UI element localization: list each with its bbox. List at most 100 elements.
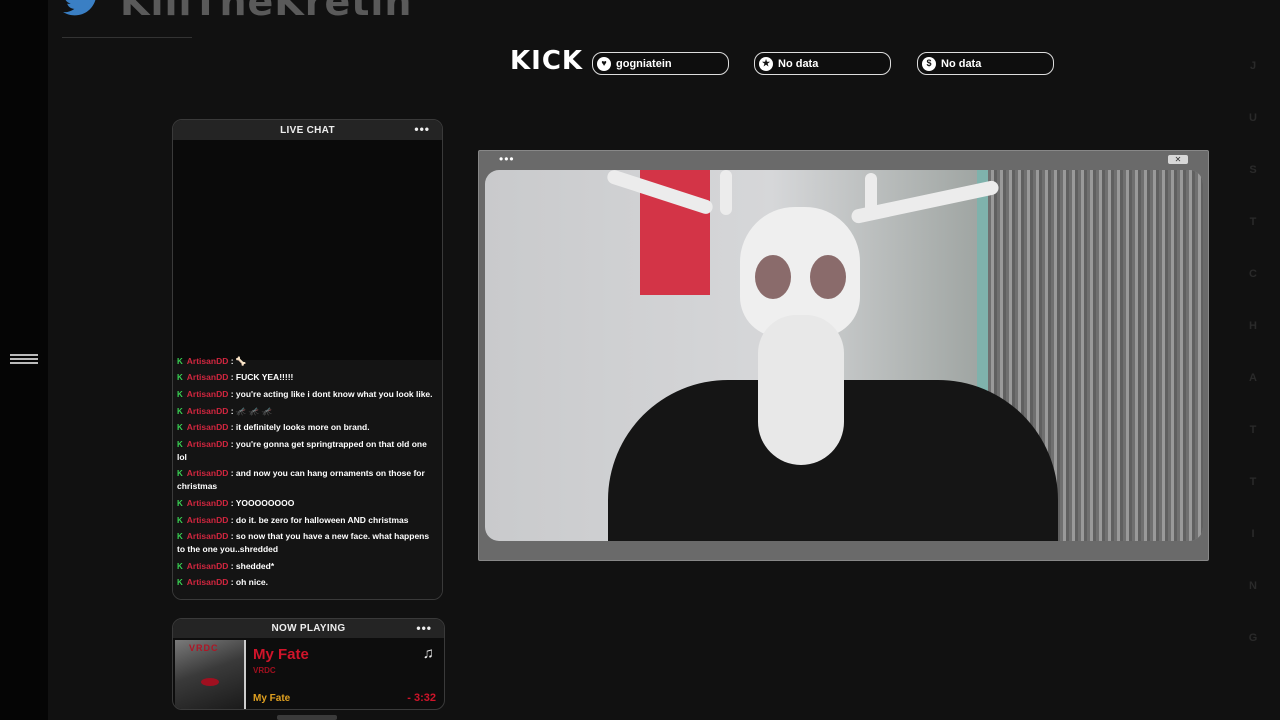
brand-header: KillTheKretin (62, 0, 413, 24)
chat-username[interactable]: ArtisanDD (187, 356, 229, 366)
kick-badge-icon: K (177, 561, 183, 571)
chat-text: 🦟 🦟 🦟 (235, 405, 273, 416)
kick-badge-icon: K (177, 439, 183, 449)
live-chat-panel: LIVE CHAT ••• K ArtisanDD : 🦴 K ArtisanDD :… (172, 119, 443, 600)
subscriber-stat: ★ No data (754, 52, 891, 75)
chat-text: YOOOOOOOO (235, 498, 295, 509)
skull-mask (605, 170, 1000, 475)
menu-icon[interactable] (10, 354, 38, 364)
chat-username[interactable]: ArtisanDD (187, 468, 229, 478)
mask-eye-left (755, 255, 791, 299)
side-letter: S (1249, 164, 1257, 176)
chat-text: FUCK YEA!!!!! (235, 372, 294, 383)
chat-separator: : (228, 468, 236, 479)
kick-badge-icon: K (177, 423, 183, 433)
chat-message: K ArtisanDD : shedded* (177, 560, 438, 573)
twitter-bird-icon (63, 0, 96, 16)
webcam-titlebar: ••• ✕ (479, 151, 1208, 169)
live-chat-header: LIVE CHAT ••• (173, 120, 442, 140)
antler-tine-right (865, 173, 877, 213)
side-letter: I (1251, 528, 1255, 540)
album-art: VRDC (175, 640, 246, 709)
dollar-icon: $ (922, 56, 936, 71)
chat-username[interactable]: ArtisanDD (187, 498, 229, 508)
channel-name: KillTheKretin (120, 0, 413, 24)
album-art-logo: VRDC (189, 643, 219, 653)
chat-message: K ArtisanDD : you're gonna get springtrap… (177, 438, 438, 464)
follower-stat: ♥ gogniatein (592, 52, 729, 75)
now-playing-panel: NOW PLAYING ••• VRDC My Fate VRDC My Fat… (172, 618, 445, 710)
chat-username[interactable]: ArtisanDD (187, 389, 229, 399)
side-letter-column: J U S T C H A T T I N G (1248, 40, 1258, 664)
chat-message: K ArtisanDD : so now that you have a new … (177, 530, 438, 556)
chat-username[interactable]: ArtisanDD (187, 372, 229, 382)
chat-message: K ArtisanDD : 🦟 🦟 🦟 (177, 405, 438, 418)
side-letter: U (1249, 112, 1257, 124)
side-letter: T (1249, 424, 1257, 436)
kick-badge-icon: K (177, 515, 183, 525)
heart-icon: ♥ (597, 56, 611, 71)
chat-separator: : (228, 438, 236, 449)
donation-label: No data (941, 57, 982, 70)
music-note-icon: ♫ (422, 645, 434, 662)
track-time-remaining: - 3:32 (407, 692, 436, 704)
kick-badge-icon: K (177, 406, 183, 416)
kick-logo: KICK (510, 46, 584, 76)
side-letter: G (1248, 632, 1258, 644)
chat-menu-icon[interactable]: ••• (414, 122, 430, 136)
kick-badge-icon: K (177, 469, 183, 479)
kick-badge-icon: K (177, 532, 183, 542)
side-letter: H (1249, 320, 1257, 332)
side-letter: T (1249, 476, 1257, 488)
side-letter: N (1249, 580, 1257, 592)
chat-username[interactable]: ArtisanDD (187, 406, 229, 416)
chat-message: K ArtisanDD : and now you can hang orname… (177, 467, 438, 493)
star-icon: ★ (759, 56, 773, 71)
album-art-mouth (201, 678, 219, 686)
side-letter: A (1249, 372, 1257, 384)
webcam-feed (485, 170, 1203, 541)
chat-separator: : (228, 577, 236, 588)
chat-separator: : (228, 514, 236, 525)
mask-snout (758, 315, 844, 465)
subscriber-label: No data (778, 57, 819, 70)
kick-badge-icon: K (177, 373, 183, 383)
donation-stat: $ No data (917, 52, 1054, 75)
chat-text: oh nice. (235, 577, 269, 588)
webcam-menu-icon[interactable]: ••• (499, 152, 515, 166)
chat-separator: : (228, 389, 236, 400)
chat-message-list: K ArtisanDD : 🦴 K ArtisanDD : FUCK YEA!!!!!… (173, 355, 442, 593)
now-playing-header: NOW PLAYING ••• (173, 619, 444, 638)
brand-divider (62, 37, 192, 38)
track-title: My Fate (253, 646, 309, 663)
chat-username[interactable]: ArtisanDD (187, 577, 229, 587)
chat-username[interactable]: ArtisanDD (187, 531, 229, 541)
kick-badge-icon: K (177, 356, 183, 366)
mask-eye-right (810, 255, 846, 299)
chat-username[interactable]: ArtisanDD (187, 439, 229, 449)
chat-separator: : (228, 405, 236, 416)
chat-separator: : (228, 531, 236, 542)
chat-message: K ArtisanDD : do it. be zero for hallowee… (177, 514, 438, 527)
chat-text: shedded* (235, 560, 275, 571)
now-playing-menu-icon[interactable]: ••• (416, 621, 432, 635)
chat-username[interactable]: ArtisanDD (187, 561, 229, 571)
side-letter: J (1249, 60, 1257, 72)
chat-text: you're acting like i dont know what you … (235, 389, 433, 400)
antler-tine-left (720, 170, 732, 215)
chat-separator: : (228, 355, 236, 366)
chat-separator: : (228, 498, 236, 509)
side-letter: T (1249, 216, 1257, 228)
close-icon[interactable]: ✕ (1168, 155, 1188, 164)
chat-username[interactable]: ArtisanDD (187, 422, 229, 432)
chat-separator: : (228, 560, 236, 571)
side-letter: C (1249, 268, 1257, 280)
track-artist: VRDC (253, 666, 276, 675)
scroll-handle[interactable] (277, 715, 337, 720)
live-chat-title: LIVE CHAT (280, 124, 335, 136)
chat-username[interactable]: ArtisanDD (187, 515, 229, 525)
now-playing-title: NOW PLAYING (271, 623, 346, 634)
chat-message: K ArtisanDD : YOOOOOOOO (177, 497, 438, 510)
chat-text: 🦴 (235, 355, 247, 366)
chat-separator: : (228, 372, 236, 383)
